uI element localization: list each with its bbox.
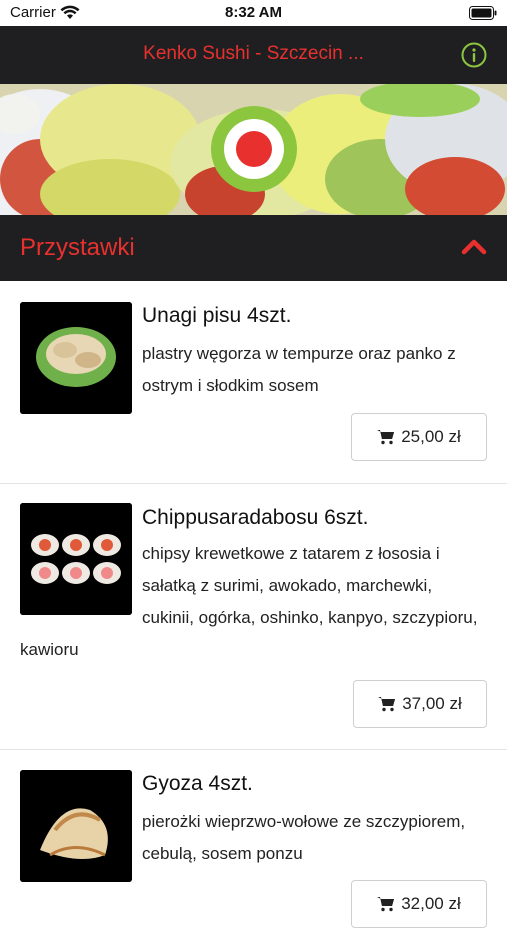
add-to-cart-button[interactable]: 32,00 zł — [351, 880, 487, 928]
menu-item[interactable]: Gyoza 4szt. pierożki wieprzwo-wołowe ze … — [0, 750, 507, 928]
menu-item[interactable]: Chippusaradabosu 6szt. chipsy krewetkowe… — [0, 484, 507, 748]
item-description: plastry węgorza w tempurze oraz panko z … — [142, 344, 456, 395]
logo-icon — [211, 106, 297, 192]
item-name: Unagi pisu 4szt. — [142, 304, 292, 327]
price-label: 25,00 zł — [401, 427, 461, 446]
menu-item[interactable]: Unagi pisu 4szt. plastry węgorza w tempu… — [0, 281, 507, 483]
item-name: Gyoza 4szt. — [142, 772, 253, 795]
info-icon[interactable] — [461, 42, 487, 68]
price-label: 37,00 zł — [402, 694, 462, 713]
cart-icon — [378, 697, 396, 712]
restaurant-title: Kenko Sushi - Szczecin ... — [143, 43, 364, 64]
category-header[interactable]: Przystawki — [0, 215, 507, 281]
status-bar: Carrier 8:32 AM — [0, 0, 507, 26]
item-description: pierożki wieprzwo-wołowe ze szczypiorem,… — [142, 812, 466, 863]
item-description: chipsy krewetkowe z tatarem z łososia i … — [20, 544, 478, 659]
cart-icon — [377, 430, 395, 445]
chevron-up-icon[interactable] — [461, 237, 487, 255]
restaurant-banner — [0, 84, 507, 215]
battery-icon — [469, 6, 497, 20]
cart-icon — [377, 897, 395, 912]
add-to-cart-button[interactable]: 37,00 zł — [353, 680, 487, 728]
category-title: Przystawki — [20, 234, 135, 261]
navigation-bar: Kenko Sushi - Szczecin ... — [0, 26, 507, 84]
clock: 8:32 AM — [225, 4, 282, 21]
price-label: 32,00 zł — [401, 894, 461, 913]
item-name: Chippusaradabosu 6szt. — [142, 506, 369, 529]
sushi-banner-image — [0, 84, 507, 215]
add-to-cart-button[interactable]: 25,00 zł — [351, 413, 487, 461]
